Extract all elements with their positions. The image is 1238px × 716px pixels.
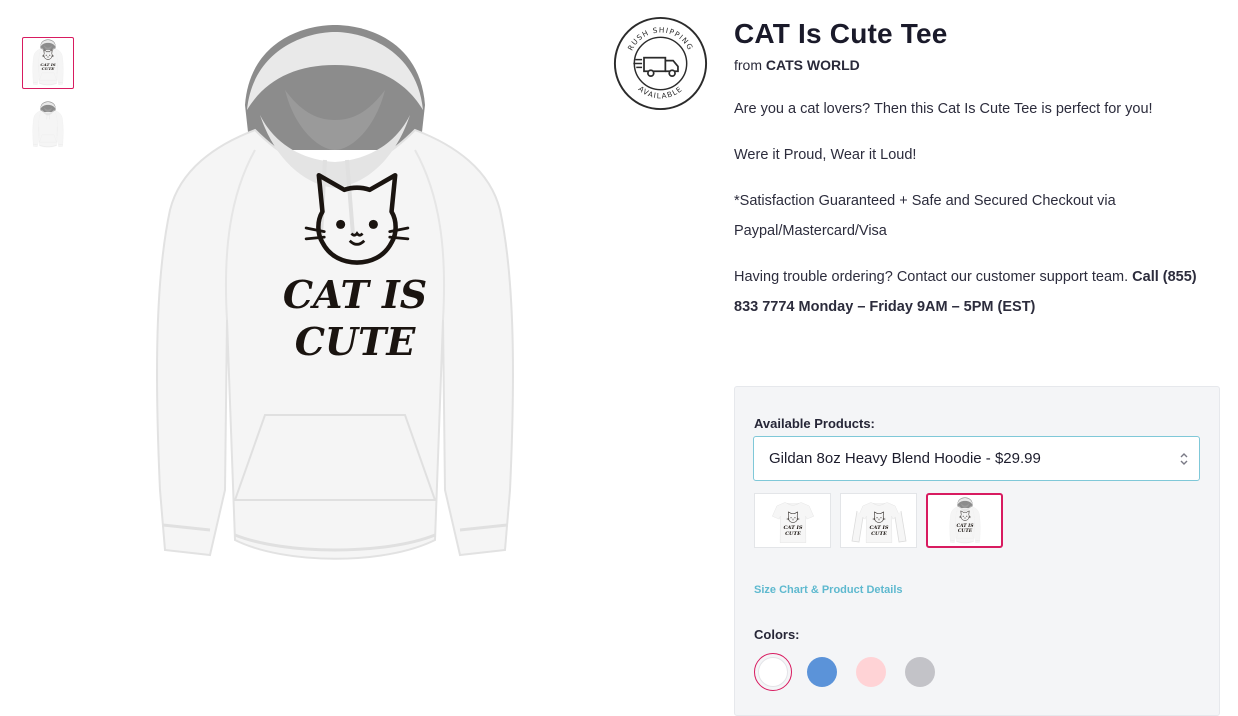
svg-text:CUTE: CUTE	[42, 66, 56, 71]
variant-long-sleeve-image: CAT IS CUTE	[851, 501, 906, 543]
support-text: Having trouble ordering? Contact our cus…	[734, 269, 1133, 285]
product-variants: CAT IS CUTE CAT IS CUTE CAT IS CUTE	[754, 493, 1003, 548]
thumbnail-front[interactable]: CAT IS CUTE	[22, 37, 74, 89]
variant-tee[interactable]: CAT IS CUTE	[754, 493, 831, 548]
color-swatch-white[interactable]	[754, 653, 792, 691]
color-swatch-gray[interactable]	[901, 653, 939, 691]
thumbnail-back[interactable]	[22, 99, 74, 151]
color-swatches	[754, 653, 939, 691]
product-title: CAT Is Cute Tee	[734, 18, 948, 49]
product-select[interactable]: Gildan 8oz Heavy Blend Hoodie - $29.99	[753, 436, 1200, 481]
selected-product: Gildan 8oz Heavy Blend Hoodie - $29.99	[769, 450, 1041, 467]
svg-text:CUTE: CUTE	[785, 531, 801, 537]
variant-hoodie[interactable]: CAT IS CUTE	[926, 493, 1003, 548]
svg-text:CUTE: CUTE	[871, 531, 887, 537]
rush-shipping-badge-icon: RUSH SHIPPING AVAILABLE	[612, 15, 709, 112]
color-swatch-blue[interactable]	[803, 653, 841, 691]
description-paragraph: Are you a cat lovers? Then this Cat Is C…	[734, 101, 1153, 117]
product-options-panel: Available Products: Gildan 8oz Heavy Ble…	[734, 386, 1220, 716]
product-info: CAT Is Cute Tee from CATS WORLD Are you …	[734, 0, 1224, 322]
thumbnail-back-image	[32, 101, 64, 148]
variant-hoodie-image: CAT IS CUTE	[949, 496, 980, 543]
product-description: Are you a cat lovers? Then this Cat Is C…	[734, 94, 1224, 322]
available-products-label: Available Products:	[754, 416, 875, 431]
description-paragraph: *Satisfaction Guaranteed + Safe and Secu…	[734, 193, 1116, 239]
variant-long-sleeve[interactable]: CAT IS CUTE	[840, 493, 917, 548]
color-swatch-pink[interactable]	[852, 653, 890, 691]
description-paragraph: Were it Proud, Wear it Loud!	[734, 147, 917, 163]
svg-text:CUTE: CUTE	[957, 528, 972, 534]
from-label: from	[734, 57, 762, 73]
design-text-line2: CUTE	[295, 319, 417, 364]
variant-tee-image: CAT IS CUTE	[771, 501, 814, 543]
colors-label: Colors:	[754, 627, 800, 642]
image-thumbnails: CAT IS CUTE	[22, 37, 74, 161]
store-name[interactable]: CATS WORLD	[766, 57, 860, 73]
product-store: from CATS WORLD	[734, 57, 1224, 73]
design-text-line1: CAT IS	[283, 272, 427, 317]
main-product-image: CAT IS CUTE	[115, 0, 605, 600]
select-arrows-icon	[1180, 453, 1188, 465]
thumbnail-front-image: CAT IS CUTE	[32, 39, 64, 86]
support-paragraph: Having trouble ordering? Contact our cus…	[734, 262, 1224, 322]
size-chart-link[interactable]: Size Chart & Product Details	[754, 584, 903, 596]
